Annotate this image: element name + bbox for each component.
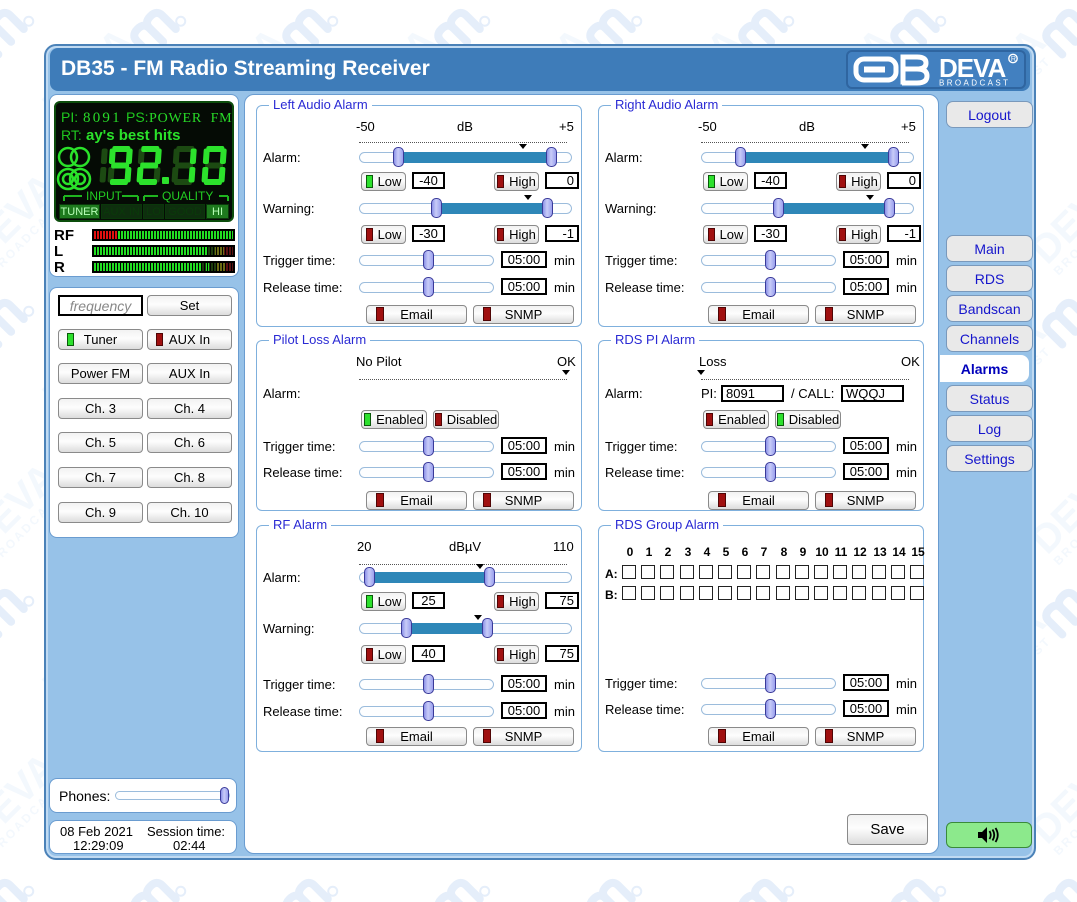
svg-text:INPUT: INPUT — [86, 189, 123, 203]
svg-text:QUALITY: QUALITY — [162, 189, 213, 203]
svg-text:BROADCAST: BROADCAST — [939, 79, 1010, 88]
svg-text:R: R — [1011, 56, 1016, 63]
